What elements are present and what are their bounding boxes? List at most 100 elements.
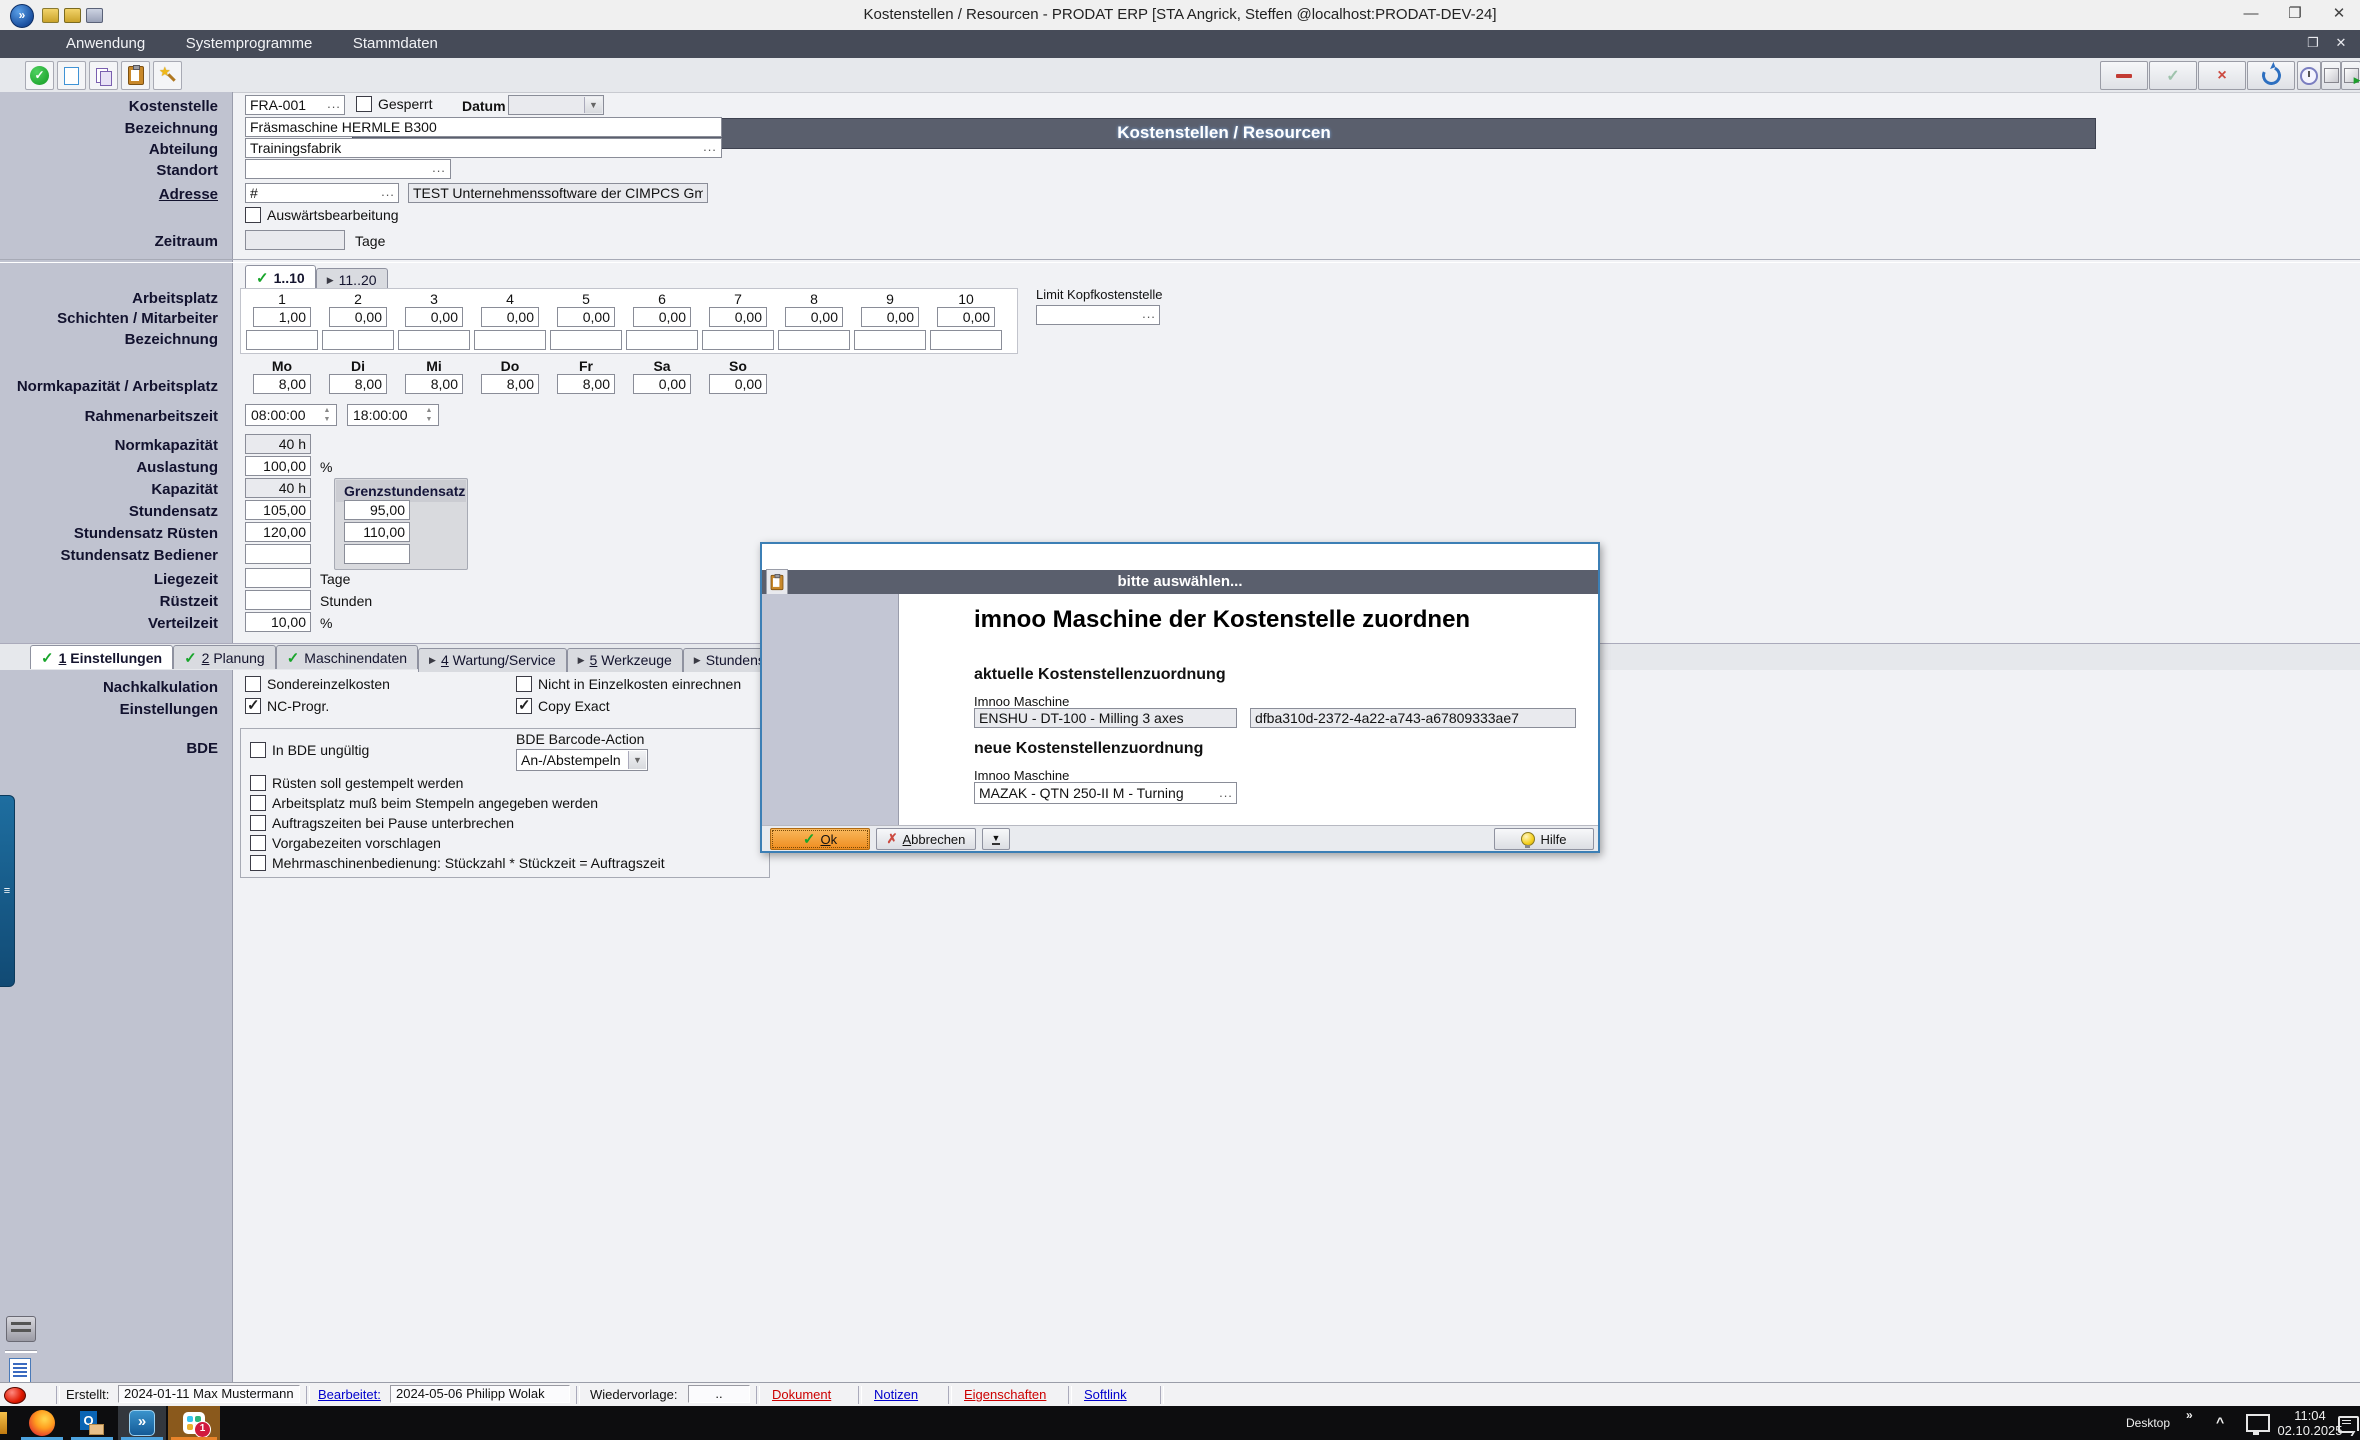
softlink-link[interactable]: Softlink [1084, 1387, 1127, 1402]
notizen-link[interactable]: Notizen [874, 1387, 918, 1402]
tab-wartung-service[interactable]: ▶4 Wartung/Service [418, 648, 567, 672]
package-button[interactable] [2321, 61, 2341, 90]
standort-lookup-icon[interactable] [431, 162, 447, 180]
copy-exact-checkbox[interactable] [516, 698, 532, 714]
bde-ungueltig-row[interactable]: In BDE ungültig [250, 742, 369, 758]
stundensatz-bediener-input[interactable] [245, 544, 311, 564]
grenz-bediener-input[interactable] [344, 544, 410, 564]
kapazitaet-fr-input[interactable] [557, 374, 615, 394]
menu-systemprogramme[interactable]: Systemprogramme [168, 30, 331, 58]
dialog-titlebar[interactable]: bitte auswählen... [762, 570, 1598, 594]
wiedervorlage-field[interactable]: .. [688, 1385, 750, 1403]
refresh-button[interactable] [2247, 61, 2295, 90]
menu-stammdaten[interactable]: Stammdaten [335, 30, 456, 58]
spinner-icon[interactable] [423, 406, 435, 424]
copy-exact-row[interactable]: Copy Exact [516, 698, 610, 714]
vorgabezeiten-row[interactable]: Vorgabezeiten vorschlagen [250, 835, 441, 851]
dialog-system-button[interactable] [766, 569, 788, 595]
zeitraum-input[interactable] [245, 230, 345, 250]
schichten-input-1[interactable] [253, 307, 311, 327]
mdi-restore-button[interactable]: ❐ [2300, 30, 2326, 58]
liegezeit-input[interactable] [245, 568, 311, 588]
limit-lookup-icon[interactable] [1141, 308, 1157, 326]
machine-lookup-icon[interactable] [1218, 787, 1234, 805]
sondereinzelkosten-checkbox[interactable] [245, 676, 261, 692]
mdi-close-button[interactable]: ✕ [2328, 30, 2354, 58]
kapazitaet-so-input[interactable] [709, 374, 767, 394]
bde-ungueltig-checkbox[interactable] [250, 742, 266, 758]
chevron-down-icon[interactable] [628, 751, 646, 769]
menu-anwendung[interactable]: Anwendung [48, 30, 163, 58]
window-restore-button[interactable]: ❐ [2274, 0, 2316, 30]
ap-bezeichnung-input-6[interactable] [626, 330, 698, 350]
vorgabezeiten-checkbox[interactable] [250, 835, 266, 851]
schichten-input-6[interactable] [633, 307, 691, 327]
abteilung-input[interactable] [245, 138, 722, 158]
datum-dropdown[interactable] [508, 95, 604, 115]
auslastung-input[interactable] [245, 456, 311, 476]
bezeichnung-input[interactable] [245, 117, 722, 137]
pause-checkbox[interactable] [250, 815, 266, 831]
taskbar-slack-button[interactable]: 1 [168, 1406, 220, 1440]
new-machine-dropdown[interactable]: MAZAK - QTN 250-II M - Turning [974, 782, 1237, 804]
schichten-input-3[interactable] [405, 307, 463, 327]
ap-bezeichnung-input-4[interactable] [474, 330, 546, 350]
stundensatz-ruesten-input[interactable] [245, 522, 311, 542]
auswaerts-checkbox-row[interactable]: Auswärtsbearbeitung [245, 207, 399, 223]
help-button[interactable]: Hilfe [1494, 828, 1594, 850]
tab-einstellungen[interactable]: ✓1 Einstellungen [30, 645, 173, 669]
desktop-toolbar-label[interactable]: Desktop [2126, 1416, 2170, 1430]
grenz-ruesten-input[interactable] [344, 522, 410, 542]
cancel-button[interactable]: ✗ Abbrechen [876, 828, 976, 850]
ok-button[interactable]: ✓ Ok [770, 828, 870, 850]
kapazitaet-mo-input[interactable] [253, 374, 311, 394]
kapazitaet-di-input[interactable] [329, 374, 387, 394]
abteilung-lookup-icon[interactable] [702, 141, 718, 159]
ruesten-stempel-row[interactable]: Rüsten soll gestempelt werden [250, 775, 463, 791]
schichten-input-10[interactable] [937, 307, 995, 327]
verteilzeit-input[interactable] [245, 612, 311, 632]
schichten-input-4[interactable] [481, 307, 539, 327]
nicht-einzelkosten-checkbox[interactable] [516, 676, 532, 692]
ruesten-stempel-checkbox[interactable] [250, 775, 266, 791]
schichten-input-7[interactable] [709, 307, 767, 327]
adresse-input[interactable] [245, 183, 399, 203]
new-record-button[interactable] [57, 61, 86, 90]
ap-bezeichnung-input-9[interactable] [854, 330, 926, 350]
window-minimize-button[interactable]: — [2230, 0, 2272, 30]
stundensatz-input[interactable] [245, 500, 311, 520]
nc-progr-row[interactable]: NC-Progr. [245, 698, 329, 714]
dokument-link[interactable]: Dokument [772, 1387, 831, 1402]
kapazitaet-mi-input[interactable] [405, 374, 463, 394]
taskbar-prodat-button[interactable]: » [118, 1406, 166, 1440]
schichten-input-5[interactable] [557, 307, 615, 327]
nicht-einzelkosten-row[interactable]: Nicht in Einzelkosten einrechnen [516, 676, 741, 692]
arbeitsplatz-stempel-row[interactable]: Arbeitsplatz muß beim Stempeln angegeben… [250, 795, 598, 811]
sondereinzelkosten-row[interactable]: Sondereinzelkosten [245, 676, 390, 692]
label-adresse-link[interactable]: Adresse [0, 186, 218, 203]
spinner-icon[interactable] [321, 406, 333, 424]
ap-bezeichnung-input-10[interactable] [930, 330, 1002, 350]
archive-icon[interactable] [6, 1316, 36, 1342]
tab-1-10[interactable]: ✓1..10 [245, 265, 316, 289]
schichten-input-9[interactable] [861, 307, 919, 327]
ap-bezeichnung-input-3[interactable] [398, 330, 470, 350]
search-wizard-button[interactable] [153, 61, 182, 90]
schichten-input-2[interactable] [329, 307, 387, 327]
gesperrt-checkbox-row[interactable]: Gesperrt [356, 96, 432, 112]
chevron-down-icon[interactable] [584, 97, 602, 113]
eigenschaften-link[interactable]: Eigenschaften [964, 1387, 1046, 1402]
ap-bezeichnung-input-1[interactable] [246, 330, 318, 350]
tab-maschinendaten[interactable]: ✓Maschinendaten [276, 645, 418, 669]
tray-clock[interactable]: 11:04 02.10.2025 [2276, 1408, 2344, 1438]
network-icon[interactable] [2246, 1414, 2270, 1432]
confirm-toolbar-button[interactable]: ✓ [25, 61, 54, 90]
tab-werkzeuge[interactable]: ▶5 Werkzeuge [567, 648, 683, 672]
collapsed-sidepanel-handle[interactable]: ≡ [0, 795, 15, 987]
window-close-button[interactable]: ✕ [2318, 0, 2360, 30]
bearbeitet-link[interactable]: Bearbeitet: [318, 1387, 381, 1402]
taskbar-outlook-button[interactable] [68, 1406, 116, 1440]
taskbar-partial-icon[interactable] [0, 1412, 7, 1434]
more-options-button[interactable]: ▼ [982, 828, 1010, 850]
mehrmaschinen-row[interactable]: Mehrmaschinenbedienung: Stückzahl * Stüc… [250, 855, 665, 871]
